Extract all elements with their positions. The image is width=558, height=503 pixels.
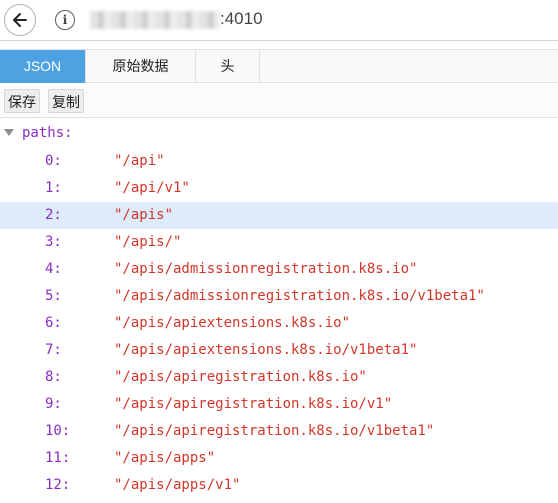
- info-icon[interactable]: i: [55, 10, 75, 30]
- tree-row[interactable]: 3: "/apis/": [0, 229, 558, 256]
- tree-row[interactable]: 5: "/apis/admissionregistration.k8s.io/v1…: [0, 283, 558, 310]
- viewer-tabs: JSON 原始数据 头: [0, 49, 558, 83]
- tree-row[interactable]: 11: "/apis/apps": [0, 445, 558, 472]
- tree-row-value: "/apis/apiregistration.k8s.io": [114, 369, 367, 385]
- tree-row-key: 6:: [45, 315, 62, 331]
- tab-json[interactable]: JSON: [0, 50, 86, 83]
- tree-row[interactable]: 8: "/apis/apiregistration.k8s.io": [0, 364, 558, 391]
- tab-raw-data[interactable]: 原始数据: [86, 50, 196, 83]
- tree-row[interactable]: 0: "/api": [0, 148, 558, 175]
- tree-row[interactable]: 4: "/apis/admissionregistration.k8s.io": [0, 256, 558, 283]
- tree-row-value: "/apis/admissionregistration.k8s.io/v1be…: [114, 288, 485, 304]
- tree-row-key: 9:: [45, 396, 62, 412]
- tree-row-value: "/apis": [114, 207, 174, 223]
- tab-headers[interactable]: 头: [196, 50, 260, 83]
- tree-row-key: 2:: [45, 207, 62, 223]
- root-key: paths:: [22, 125, 73, 141]
- expand-triangle-icon[interactable]: [4, 129, 14, 136]
- tree-row[interactable]: 1: "/api/v1": [0, 175, 558, 202]
- tree-row-key: 1:: [45, 180, 62, 196]
- json-toolbar: 保存 复制: [0, 84, 558, 118]
- tree-row-key: 11:: [45, 450, 71, 466]
- tree-row-value: "/apis/apiextensions.k8s.io": [114, 315, 351, 331]
- tree-row-key: 4:: [45, 261, 62, 277]
- tree-row[interactable]: 9: "/apis/apiregistration.k8s.io/v1": [0, 391, 558, 418]
- tree-row-value: "/api/v1": [114, 180, 190, 196]
- tree-row-key: 7:: [45, 342, 62, 358]
- tree-row[interactable]: 12: "/apis/apps/v1": [0, 472, 558, 499]
- url-text[interactable]: :4010: [220, 9, 263, 29]
- tree-row-value: "/apis/apiextensions.k8s.io/v1beta1": [114, 342, 418, 358]
- tree-row-value: "/apis/apiregistration.k8s.io/v1beta1": [114, 423, 435, 439]
- tree-row-value: "/apis/apiregistration.k8s.io/v1": [114, 396, 393, 412]
- tree-row-value: "/apis/": [114, 234, 182, 250]
- tree-row-value: "/api": [114, 153, 165, 169]
- tree-row-key: 10:: [45, 423, 71, 439]
- tree-row-key: 8:: [45, 369, 62, 385]
- tree-row-key: 12:: [45, 477, 71, 493]
- tree-row[interactable]: 7: "/apis/apiextensions.k8s.io/v1beta1": [0, 337, 558, 364]
- tree-row[interactable]: 2: "/apis": [0, 202, 558, 229]
- back-button[interactable]: [4, 4, 36, 36]
- tree-row-key: 3:: [45, 234, 62, 250]
- tree-row[interactable]: 6: "/apis/apiextensions.k8s.io": [0, 310, 558, 337]
- copy-button[interactable]: 复制: [48, 89, 84, 113]
- tree-row-value: "/apis/apps/v1": [114, 477, 241, 493]
- tree-row-value: "/apis/apps": [114, 450, 216, 466]
- arrow-left-icon: [13, 13, 27, 27]
- tree-row[interactable]: 10: "/apis/apiregistration.k8s.io/v1beta1…: [0, 418, 558, 445]
- tree-row-key: 5:: [45, 288, 62, 304]
- url-host-redacted: [90, 11, 220, 29]
- save-button[interactable]: 保存: [4, 89, 40, 113]
- url-bar: i :4010: [0, 0, 558, 41]
- tree-rows: 0: "/api" 1: "/api/v1" 2: "/apis" 3: "/apis/" 4:…: [0, 148, 558, 499]
- tree-root-row[interactable]: paths:: [0, 120, 558, 148]
- tree-row-value: "/apis/admissionregistration.k8s.io": [114, 261, 418, 277]
- tree-row-key: 0:: [45, 153, 62, 169]
